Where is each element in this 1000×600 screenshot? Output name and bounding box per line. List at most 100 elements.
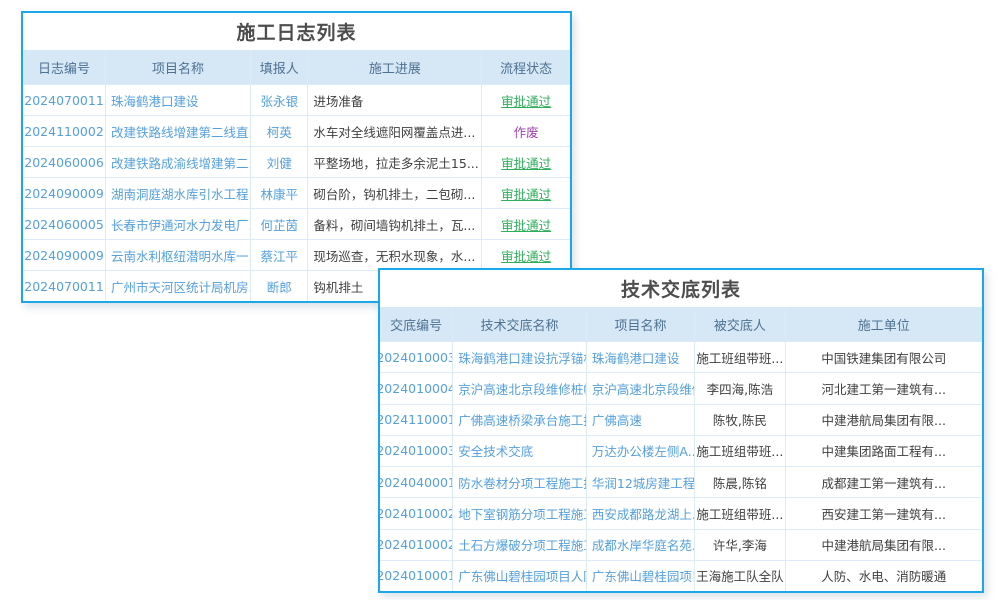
table-row: 2024010001广东佛山碧桂园项目人防...广东佛山碧桂园项目王海施工队全队… [380, 560, 982, 591]
disclosed-person-cell: 陈牧,陈民 [694, 405, 784, 435]
disclosure-id-cell[interactable]: 2024010004 [380, 373, 452, 403]
flow-status-cell[interactable]: 审批通过 [481, 178, 570, 208]
technical-disclosure-panel: 技术交底列表 交底编号 技术交底名称 项目名称 被交底人 施工单位 202401… [378, 268, 984, 593]
reporter-cell[interactable]: 何芷茵 [250, 209, 307, 239]
column-header-log-id: 日志编号 [23, 50, 105, 84]
column-header-project-name: 项目名称 [105, 50, 250, 84]
project-name-cell[interactable]: 改建铁路成渝线增建第二... [105, 147, 250, 177]
column-header-construction-unit: 施工单位 [785, 307, 982, 341]
flow-status-cell[interactable]: 审批通过 [481, 209, 570, 239]
project-name-cell[interactable]: 长春市伊通河水力发电厂... [105, 209, 250, 239]
log-id-cell[interactable]: 2024090009 [23, 178, 105, 208]
construction-log-title: 施工日志列表 [23, 13, 570, 50]
disclosed-person-cell: 施工班组带班... [694, 342, 784, 372]
disclosed-person-cell: 李四海,陈浩 [694, 373, 784, 403]
disclosed-person-cell: 许华,李海 [694, 530, 784, 560]
table-row: 2024060006改建铁路成渝线增建第二...刘健平整场地，拉走多余泥土15.… [23, 146, 570, 177]
disclosed-person-cell: 施工班组带班... [694, 498, 784, 528]
construction-log-panel: 施工日志列表 日志编号 项目名称 填报人 施工进展 流程状态 202407001… [21, 11, 572, 303]
column-header-disclosure-name: 技术交底名称 [452, 307, 586, 341]
project-name-cell[interactable]: 湖南洞庭湖水库引水工程... [105, 178, 250, 208]
progress-cell: 水车对全线遮阳网覆盖点进... [307, 116, 481, 146]
technical-disclosure-body: 2024010003珠海鹤港口建设抗浮锚杆...珠海鹤港口建设施工班组带班...… [380, 341, 982, 591]
table-row: 2024010002地下室钢筋分项工程施工...西安成都路龙湖上...施工班组带… [380, 497, 982, 528]
project-name-cell[interactable]: 珠海鹤港口建设 [586, 342, 694, 372]
table-row: 2024060005长春市伊通河水力发电厂...何芷茵备料，砌间墙钩机排土，瓦.… [23, 208, 570, 239]
disclosure-id-cell[interactable]: 2024010003 [380, 342, 452, 372]
construction-unit-cell: 成都建工第一建筑有... [785, 467, 982, 497]
project-name-cell[interactable]: 西安成都路龙湖上... [586, 498, 694, 528]
disclosure-id-cell[interactable]: 2024110001 [380, 405, 452, 435]
column-header-disclosure-id: 交底编号 [380, 307, 452, 341]
flow-status-cell[interactable]: 审批通过 [481, 240, 570, 270]
project-name-cell[interactable]: 华润12城房建工程... [586, 467, 694, 497]
reporter-cell[interactable]: 刘健 [250, 147, 307, 177]
flow-status-cell[interactable]: 审批通过 [481, 147, 570, 177]
table-row: 2024070011珠海鹤港口建设张永银进场准备审批通过 [23, 84, 570, 115]
disclosure-name-cell[interactable]: 京沪高速北京段维修桩帽... [452, 373, 586, 403]
disclosed-person-cell: 陈晨,陈铭 [694, 467, 784, 497]
table-row: 2024010004京沪高速北京段维修桩帽...京沪高速北京段维修李四海,陈浩河… [380, 372, 982, 403]
construction-unit-cell: 中建港航局集团有限... [785, 405, 982, 435]
reporter-cell[interactable]: 林康平 [250, 178, 307, 208]
reporter-cell[interactable]: 蔡江平 [250, 240, 307, 270]
construction-unit-cell: 中建集团路面工程有... [785, 436, 982, 466]
table-row: 2024010003珠海鹤港口建设抗浮锚杆...珠海鹤港口建设施工班组带班...… [380, 341, 982, 372]
construction-unit-cell: 人防、水电、消防暖通 [785, 561, 982, 591]
table-row: 2024040001防水卷材分项工程施工技...华润12城房建工程...陈晨,陈… [380, 466, 982, 497]
project-name-cell[interactable]: 京沪高速北京段维修 [586, 373, 694, 403]
progress-cell: 备料，砌间墙钩机排土，瓦... [307, 209, 481, 239]
disclosure-id-cell[interactable]: 2024040001 [380, 467, 452, 497]
flow-status-cell[interactable]: 作废 [481, 116, 570, 146]
disclosure-name-cell[interactable]: 广东佛山碧桂园项目人防... [452, 561, 586, 591]
progress-cell: 平整场地，拉走多余泥土15... [307, 147, 481, 177]
disclosure-name-cell[interactable]: 安全技术交底 [452, 436, 586, 466]
progress-cell: 现场巡查，无积水现象，水... [307, 240, 481, 270]
project-name-cell[interactable]: 云南水利枢纽潜明水库一... [105, 240, 250, 270]
table-row: 2024110002改建铁路线增建第二线直...柯英水车对全线遮阳网覆盖点进..… [23, 115, 570, 146]
disclosure-name-cell[interactable]: 广佛高速桥梁承台施工技... [452, 405, 586, 435]
log-id-cell[interactable]: 2024070011 [23, 271, 105, 301]
disclosure-name-cell[interactable]: 土石方爆破分项工程施工... [452, 530, 586, 560]
project-name-cell[interactable]: 广佛高速 [586, 405, 694, 435]
construction-unit-cell: 中建港航局集团有限... [785, 530, 982, 560]
progress-cell: 进场准备 [307, 85, 481, 115]
disclosure-name-cell[interactable]: 珠海鹤港口建设抗浮锚杆... [452, 342, 586, 372]
disclosure-name-cell[interactable]: 防水卷材分项工程施工技... [452, 467, 586, 497]
disclosure-id-cell[interactable]: 2024010001 [380, 561, 452, 591]
disclosure-name-cell[interactable]: 地下室钢筋分项工程施工... [452, 498, 586, 528]
table-row: 2024110001广佛高速桥梁承台施工技...广佛高速陈牧,陈民中建港航局集团… [380, 404, 982, 435]
project-name-cell[interactable]: 广东佛山碧桂园项目 [586, 561, 694, 591]
column-header-project-name: 项目名称 [586, 307, 694, 341]
disclosed-person-cell: 施工班组带班... [694, 436, 784, 466]
progress-cell: 砌台阶，钩机排土，二包砌... [307, 178, 481, 208]
technical-disclosure-title: 技术交底列表 [380, 270, 982, 307]
log-id-cell[interactable]: 2024060005 [23, 209, 105, 239]
table-row: 2024010003安全技术交底万达办公楼左侧A...施工班组带班...中建集团… [380, 435, 982, 466]
disclosure-id-cell[interactable]: 2024010002 [380, 498, 452, 528]
reporter-cell[interactable]: 柯英 [250, 116, 307, 146]
project-name-cell[interactable]: 改建铁路线增建第二线直... [105, 116, 250, 146]
project-name-cell[interactable]: 万达办公楼左侧A... [586, 436, 694, 466]
log-id-cell[interactable]: 2024110002 [23, 116, 105, 146]
project-name-cell[interactable]: 广州市天河区统计局机房... [105, 271, 250, 301]
disclosure-id-cell[interactable]: 2024010002 [380, 530, 452, 560]
table-row: 2024090009云南水利枢纽潜明水库一...蔡江平现场巡查，无积水现象，水.… [23, 239, 570, 270]
column-header-disclosed-person: 被交底人 [694, 307, 784, 341]
construction-log-header-row: 日志编号 项目名称 填报人 施工进展 流程状态 [23, 50, 570, 84]
disclosure-id-cell[interactable]: 2024010003 [380, 436, 452, 466]
log-id-cell[interactable]: 2024060006 [23, 147, 105, 177]
construction-unit-cell: 中国铁建集团有限公司 [785, 342, 982, 372]
project-name-cell[interactable]: 成都水岸华庭名苑... [586, 530, 694, 560]
construction-unit-cell: 西安建工第一建筑有... [785, 498, 982, 528]
technical-disclosure-header-row: 交底编号 技术交底名称 项目名称 被交底人 施工单位 [380, 307, 982, 341]
log-id-cell[interactable]: 2024090009 [23, 240, 105, 270]
log-id-cell[interactable]: 2024070011 [23, 85, 105, 115]
construction-unit-cell: 河北建工第一建筑有... [785, 373, 982, 403]
project-name-cell[interactable]: 珠海鹤港口建设 [105, 85, 250, 115]
reporter-cell[interactable]: 张永银 [250, 85, 307, 115]
reporter-cell[interactable]: 断郎 [250, 271, 307, 301]
column-header-flow-status: 流程状态 [481, 50, 570, 84]
flow-status-cell[interactable]: 审批通过 [481, 85, 570, 115]
table-row: 2024010002土石方爆破分项工程施工...成都水岸华庭名苑...许华,李海… [380, 529, 982, 560]
